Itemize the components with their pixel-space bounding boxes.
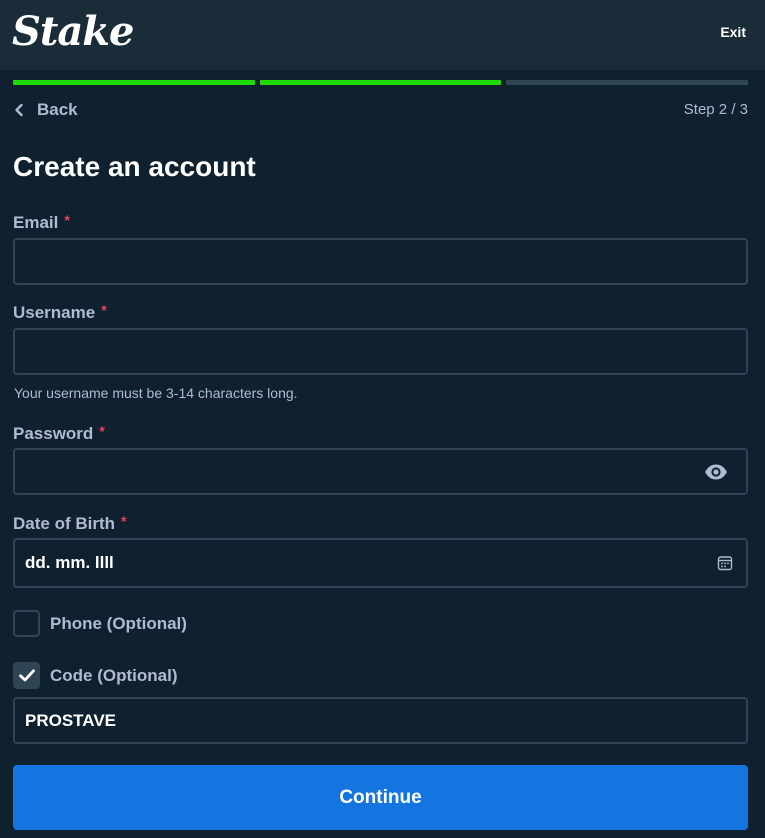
progress-segment-3 <box>506 80 749 85</box>
code-field-wrapper <box>13 697 748 744</box>
email-field[interactable] <box>15 240 746 283</box>
back-button[interactable]: Back <box>14 100 78 120</box>
required-marker: * <box>64 212 70 228</box>
step-progress-bar <box>13 80 749 85</box>
email-label-text: Email <box>13 213 59 232</box>
email-label: Email * <box>13 212 70 233</box>
dob-field-wrapper <box>13 538 748 588</box>
username-label: Username * <box>13 302 107 323</box>
password-label: Password * <box>13 423 105 444</box>
password-field[interactable] <box>15 450 746 493</box>
promo-code-field[interactable] <box>15 699 746 742</box>
continue-button[interactable]: Continue <box>13 765 748 830</box>
exit-button[interactable]: Exit <box>720 24 746 40</box>
stake-logo[interactable]: Stake <box>12 8 134 56</box>
top-bar: Stake Exit <box>0 0 765 70</box>
progress-segment-1 <box>13 80 255 85</box>
email-field-wrapper <box>13 238 748 285</box>
phone-checkbox[interactable] <box>13 610 40 637</box>
page-title: Create an account <box>13 151 256 182</box>
username-hint: Your username must be 3-14 characters lo… <box>14 385 298 401</box>
dob-label-text: Date of Birth <box>13 514 115 533</box>
chevron-left-icon <box>14 103 24 117</box>
password-field-wrapper <box>13 448 748 495</box>
username-field-wrapper <box>13 328 748 375</box>
checkmark-icon <box>18 669 35 682</box>
required-marker: * <box>121 513 127 529</box>
progress-segment-2 <box>259 80 502 85</box>
required-marker: * <box>99 423 105 439</box>
code-checkbox-label: Code (Optional) <box>50 665 178 685</box>
username-field[interactable] <box>15 330 746 373</box>
back-label: Back <box>37 100 78 119</box>
required-marker: * <box>101 302 107 318</box>
calendar-icon[interactable] <box>717 555 733 576</box>
code-optional-checkbox-row[interactable]: Code (Optional) <box>13 662 177 689</box>
step-indicator: Step 2 / 3 <box>683 101 748 118</box>
dob-field[interactable] <box>15 540 746 586</box>
dob-label: Date of Birth * <box>13 513 127 534</box>
code-checkbox[interactable] <box>13 662 40 689</box>
phone-checkbox-label: Phone (Optional) <box>50 613 187 633</box>
eye-icon[interactable] <box>704 463 728 486</box>
username-label-text: Username <box>13 303 96 322</box>
password-label-text: Password <box>13 424 94 443</box>
phone-optional-checkbox-row[interactable]: Phone (Optional) <box>13 610 187 637</box>
